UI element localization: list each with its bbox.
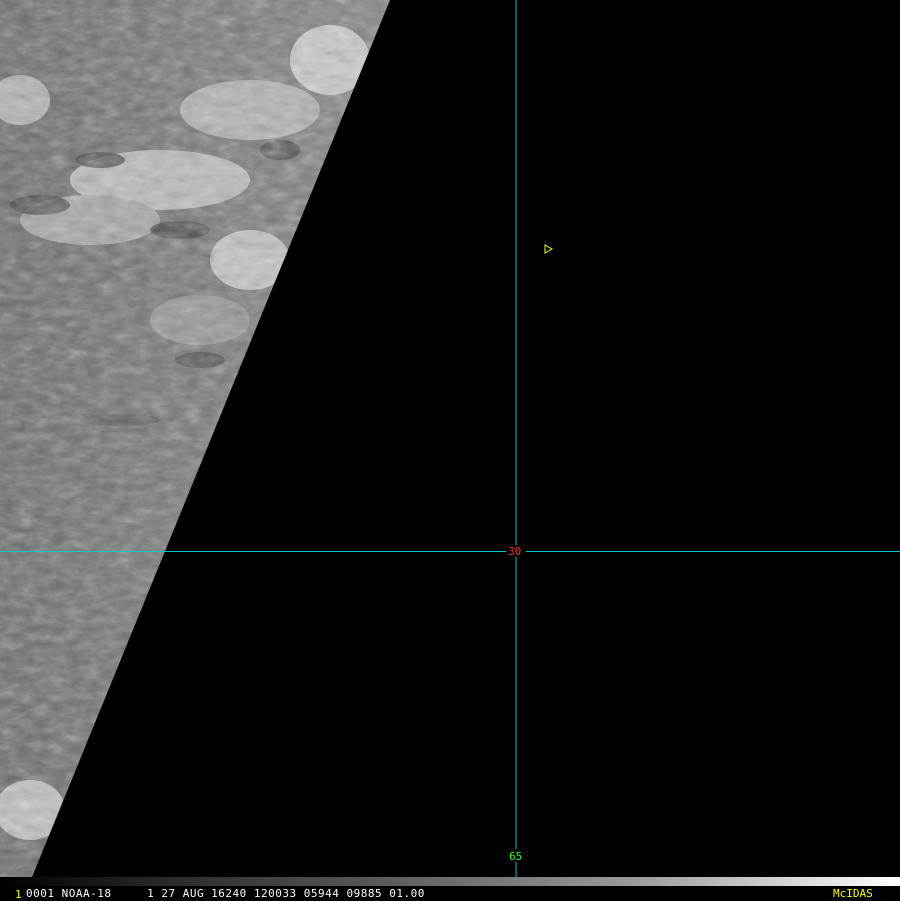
latitude-label: 30 bbox=[508, 545, 522, 558]
frame-number: 1 bbox=[15, 888, 22, 901]
mcidas-brand: McIDAS bbox=[833, 887, 873, 900]
longitude-label: 65 bbox=[509, 850, 523, 863]
image-info-text: 0001 NOAA-18 1 27 AUG 16240 120033 05944… bbox=[26, 887, 425, 900]
grayscale-enhancement-bar bbox=[0, 877, 900, 886]
satellite-image bbox=[0, 0, 900, 900]
